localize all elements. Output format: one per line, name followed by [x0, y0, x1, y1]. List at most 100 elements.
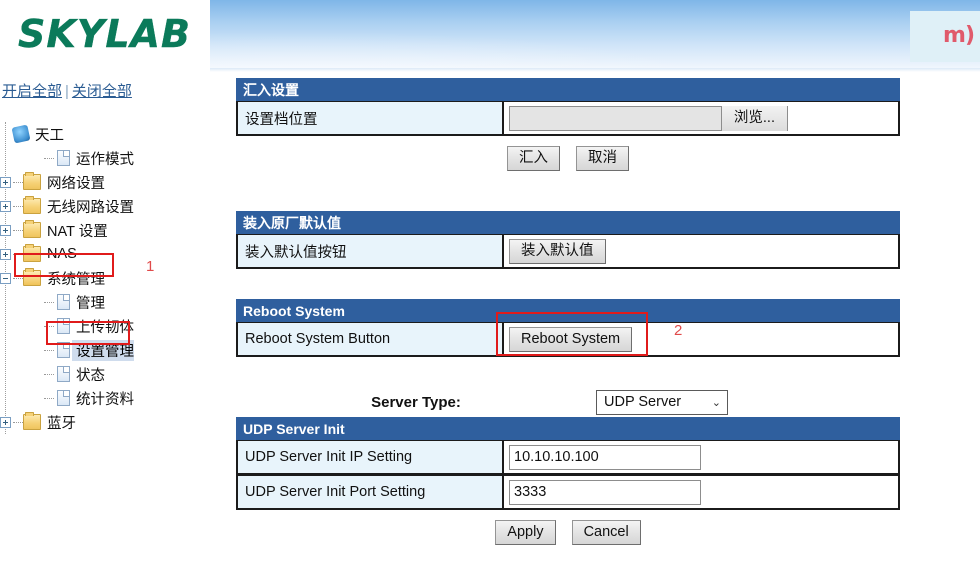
- udp-ip-cell: 10.10.10.100: [504, 441, 898, 473]
- server-type-select[interactable]: UDP Server ⌄: [596, 389, 728, 415]
- factory-defaults-row: 装入默认值按钮 装入默认值: [236, 234, 900, 269]
- sidebar-item-label: NAS: [47, 246, 77, 262]
- sidebar-item-8[interactable]: 上传韧体: [0, 314, 210, 338]
- import-cancel-button[interactable]: 取消: [576, 146, 629, 171]
- chevron-down-icon: ⌄: [711, 396, 721, 409]
- computer-icon: [11, 124, 31, 144]
- sidebar-item-2[interactable]: 网络设置: [0, 170, 210, 194]
- tree-connector: [44, 157, 54, 159]
- tree-expand-icon[interactable]: [0, 224, 11, 236]
- udp-port-label: UDP Server Init Port Setting: [238, 476, 504, 508]
- reboot-system-cell: Reboot System: [504, 323, 898, 355]
- page-icon: [57, 366, 70, 382]
- import-file-label: 设置档位置: [238, 102, 504, 134]
- sidebar-item-label: 网络设置: [47, 175, 105, 192]
- sidebar-item-9[interactable]: 设置管理: [0, 338, 210, 362]
- load-defaults-button[interactable]: 装入默认值: [509, 238, 606, 264]
- factory-panel-title: 装入原厂默认值: [236, 211, 900, 234]
- folder-icon: [23, 196, 41, 214]
- tree-connector: [13, 181, 23, 183]
- import-file-row: 设置档位置 浏览...: [236, 101, 900, 136]
- tree-expand-icon[interactable]: [0, 176, 11, 188]
- sidebar-item-7[interactable]: 管理: [0, 290, 210, 314]
- factory-defaults-cell: 装入默认值: [504, 235, 898, 267]
- banner-gradient: [210, 0, 980, 72]
- annotation-number-2: 2: [674, 322, 683, 339]
- tree-collapse-icon[interactable]: [0, 272, 11, 284]
- page-icon: [57, 150, 70, 166]
- reboot-system-button[interactable]: Reboot System: [509, 326, 633, 352]
- sidebar-item-label: 上传韧体: [76, 319, 134, 336]
- reboot-system-panel: Reboot System Reboot System Button Reboo…: [236, 299, 900, 357]
- sidebar-item-4[interactable]: NAT 设置: [0, 218, 210, 242]
- page-icon: [57, 294, 70, 310]
- sidebar-item-label: 无线网路设置: [47, 199, 134, 216]
- factory-defaults-panel: 装入原厂默认值 装入默认值按钮 装入默认值: [236, 211, 900, 269]
- sidebar-item-11[interactable]: 统计资料: [0, 386, 210, 410]
- server-type-selected-value: UDP Server: [604, 394, 682, 410]
- tree-connector: [13, 253, 23, 255]
- file-path-field[interactable]: [510, 106, 721, 130]
- sidebar-item-label: 状态: [76, 367, 105, 384]
- tree-connector: [44, 301, 54, 303]
- main-content: 汇入设置 设置档位置 浏览... 汇入 取消 装入原厂默认值 装入默认值按钮 装…: [236, 78, 900, 545]
- reboot-system-row: Reboot System Button Reboot System: [236, 322, 900, 357]
- sidebar-item-1[interactable]: 运作模式: [0, 146, 210, 170]
- folder-open-icon: [23, 268, 41, 286]
- sidebar-item-10[interactable]: 状态: [0, 362, 210, 386]
- tree-expand-icon[interactable]: [0, 200, 11, 212]
- cancel-button[interactable]: Cancel: [571, 520, 641, 545]
- apply-button[interactable]: Apply: [495, 520, 556, 545]
- import-panel-title: 汇入设置: [236, 78, 900, 101]
- import-settings-panel: 汇入设置 设置档位置 浏览... 汇入 取消: [236, 78, 900, 171]
- expand-all-link[interactable]: 开启全部: [2, 83, 62, 100]
- annotation-number-1: 1: [146, 258, 155, 275]
- udp-port-input[interactable]: 3333: [509, 479, 701, 505]
- factory-defaults-label: 装入默认值按钮: [238, 235, 504, 267]
- page-icon: [57, 342, 70, 358]
- import-file-cell: 浏览...: [504, 102, 898, 134]
- server-type-label: Server Type:: [371, 393, 461, 411]
- sidebar: 开启全部 | 关闭全部 天工 运作模式网络设置无线网路设置 NAT 设置 NAS 系统管理管…: [0, 76, 210, 582]
- logo-area: SKYLAB: [0, 0, 210, 76]
- reboot-panel-title: Reboot System: [236, 299, 900, 322]
- sidebar-item-3[interactable]: 无线网路设置: [0, 194, 210, 218]
- udp-panel-title: UDP Server Init: [236, 417, 900, 440]
- browse-button[interactable]: 浏览...: [720, 105, 787, 131]
- tree-connector: [44, 397, 54, 399]
- page-icon: [57, 390, 70, 406]
- import-button-row: 汇入 取消: [236, 136, 900, 171]
- folder-icon: [23, 172, 41, 190]
- tree-connector: [13, 421, 23, 423]
- sidebar-item-12[interactable]: 蓝牙: [0, 410, 210, 434]
- folder-icon: [23, 412, 41, 430]
- link-separator: |: [65, 83, 69, 100]
- collapse-all-link[interactable]: 关闭全部: [72, 83, 132, 100]
- udp-ip-label: UDP Server Init IP Setting: [238, 441, 504, 473]
- sidebar-item-0[interactable]: 天工: [0, 122, 210, 146]
- sidebar-item-label: NAT 设置: [47, 223, 108, 240]
- sidebar-item-label: 蓝牙: [47, 415, 76, 432]
- tree-expand-icon[interactable]: [0, 248, 11, 260]
- table-row: UDP Server Init IP Setting 10.10.10.100: [236, 440, 900, 475]
- tree-connector: [44, 349, 54, 351]
- folder-icon: [23, 244, 41, 262]
- page-banner: SKYLAB m): [0, 0, 980, 76]
- udp-button-row: Apply Cancel: [236, 510, 900, 545]
- udp-server-init-panel: UDP Server Init UDP Server Init IP Setti…: [236, 417, 900, 545]
- sidebar-item-6[interactable]: 系统管理: [0, 266, 210, 290]
- file-input-group[interactable]: 浏览...: [509, 105, 788, 131]
- banner-divider: [210, 72, 980, 75]
- sidebar-item-label: 设置管理: [72, 339, 134, 361]
- udp-ip-input[interactable]: 10.10.10.100: [509, 444, 701, 470]
- sidebar-item-5[interactable]: NAS: [0, 242, 210, 266]
- sidebar-item-label: 管理: [76, 295, 105, 312]
- navigation-tree: 天工 运作模式网络设置无线网路设置 NAT 设置 NAS 系统管理管理上传韧体设置管理状…: [0, 122, 210, 434]
- tree-expand-icon[interactable]: [0, 416, 11, 428]
- import-submit-button[interactable]: 汇入: [507, 146, 560, 171]
- tree-connector: [44, 325, 54, 327]
- table-row: UDP Server Init Port Setting 3333: [236, 475, 900, 510]
- server-type-row: Server Type: UDP Server ⌄: [236, 387, 900, 417]
